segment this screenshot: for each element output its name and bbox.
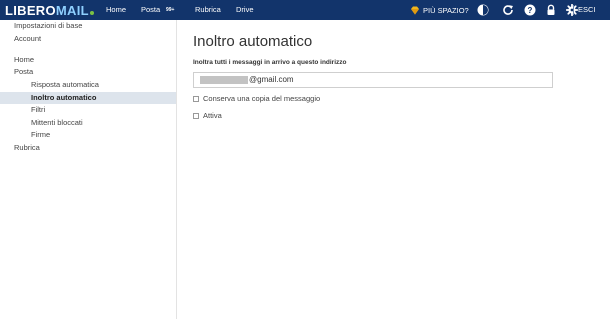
logo-dot-icon (89, 11, 94, 15)
email-domain-text: @gmail.com (249, 75, 294, 84)
keep-copy-checkbox[interactable] (193, 96, 199, 102)
nav-rubrica-link[interactable]: Rubrica (195, 0, 221, 20)
refresh-icon[interactable] (502, 4, 514, 16)
logo-text-primary: LIBERO (5, 2, 56, 18)
logo-text-secondary: MAIL (55, 2, 89, 18)
toolbar-divider (573, 5, 574, 15)
settings-sidebar: Impostazioni di base Account Home Posta … (0, 20, 177, 319)
contacts-icon[interactable] (477, 4, 489, 16)
sidebar-item-posta[interactable]: Posta (14, 67, 33, 77)
logout-link[interactable]: ESCI (578, 0, 596, 20)
lock-icon[interactable] (545, 4, 557, 16)
sidebar-item-inoltro-automatico[interactable]: Inoltro automatico (31, 93, 96, 103)
sidebar-item-account[interactable]: Account (14, 34, 41, 44)
sidebar-item-rubrica[interactable]: Rubrica (14, 143, 40, 153)
activate-label: Attiva (203, 111, 222, 120)
activate-option[interactable]: Attiva (193, 111, 222, 121)
keep-copy-option[interactable]: Conserva una copia del messaggio (193, 94, 320, 104)
promo-label: PIÙ SPAZIO? (423, 5, 469, 15)
page-title: Inoltro automatico (193, 33, 313, 50)
redacted-email-username (200, 76, 248, 84)
more-space-promo-link[interactable]: PIÙ SPAZIO? (410, 0, 469, 20)
settings-icon[interactable] (566, 4, 578, 16)
activate-checkbox[interactable] (193, 113, 199, 119)
diamond-icon (411, 6, 419, 14)
sidebar-item-impostazioni-di-base[interactable]: Impostazioni di base (14, 21, 82, 31)
sidebar-item-risposta-automatica[interactable]: Risposta automatica (31, 80, 99, 90)
sidebar-item-mittenti-bloccati[interactable]: Mittenti bloccati (31, 118, 83, 128)
keep-copy-label: Conserva una copia del messaggio (203, 94, 321, 103)
top-navigation-bar: LIBERO MAIL Home Posta 99+ Rubrica Drive… (0, 0, 610, 20)
help-icon[interactable]: ? (524, 4, 536, 16)
sidebar-item-filtri[interactable]: Filtri (31, 105, 45, 115)
sidebar-item-firme[interactable]: Firme (31, 130, 50, 140)
sidebar-item-home[interactable]: Home (14, 55, 34, 65)
nav-drive-link[interactable]: Drive (236, 0, 254, 20)
forward-address-label: Inoltra tutti i messaggi in arrivo a que… (193, 59, 347, 66)
nav-home-link[interactable]: Home (106, 0, 126, 20)
forward-email-input[interactable]: @gmail.com (193, 72, 553, 88)
nav-posta-link[interactable]: Posta (141, 0, 160, 20)
unread-count-badge: 99+ (166, 7, 175, 13)
svg-text:?: ? (528, 6, 533, 15)
libero-mail-logo[interactable]: LIBERO MAIL (5, 2, 94, 18)
